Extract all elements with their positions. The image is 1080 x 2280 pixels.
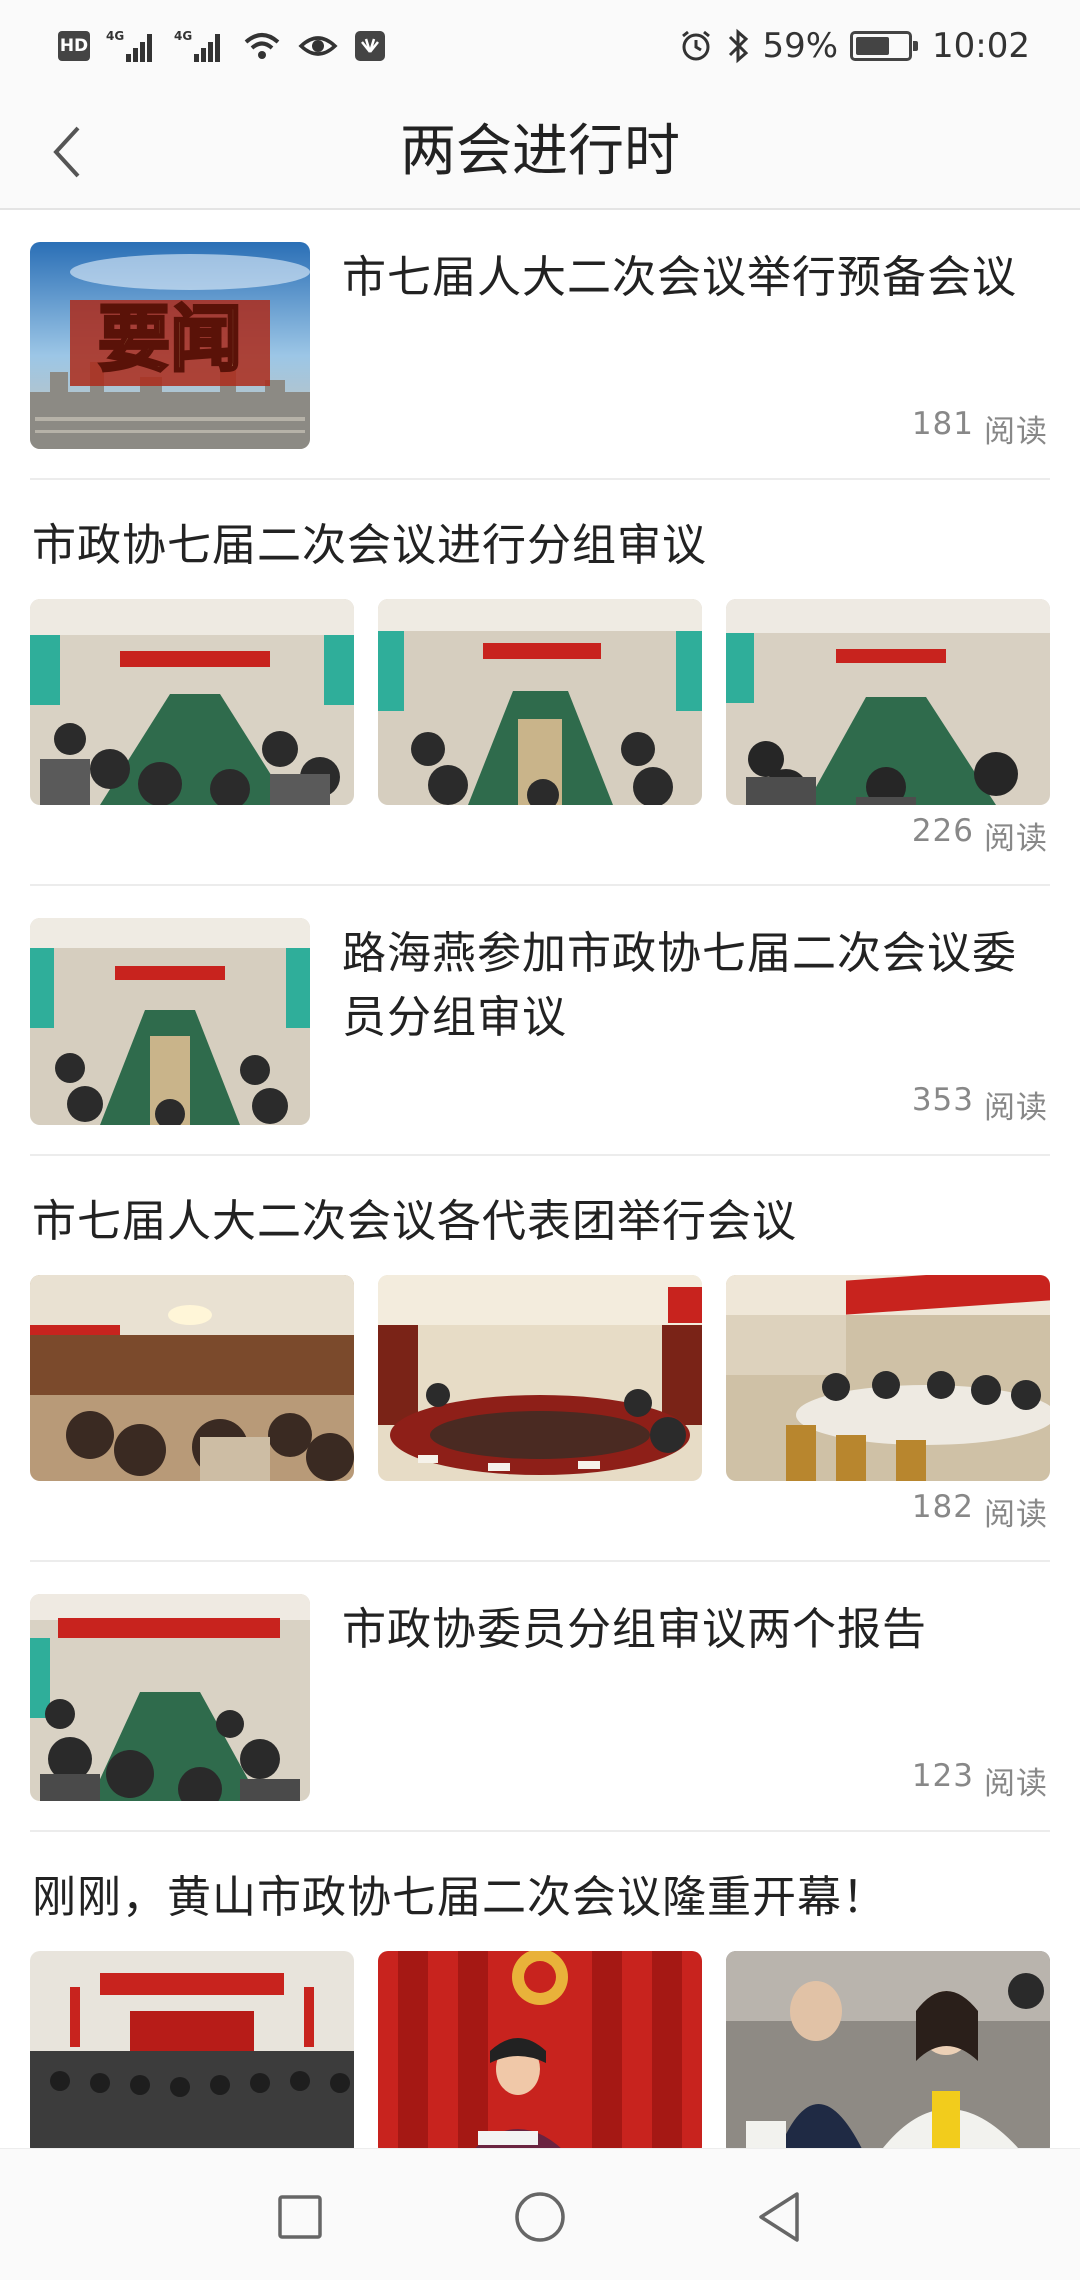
article-thumbnail[interactable]: 要闻 bbox=[30, 242, 310, 449]
read-count: 226 阅读 bbox=[912, 813, 1048, 858]
thumbnail-caption: 要闻 bbox=[98, 297, 242, 381]
huawei-app-icon bbox=[355, 31, 385, 61]
signal-4g-icon: 4G bbox=[174, 29, 220, 62]
article-title[interactable]: 市政协七届二次会议进行分组审议 bbox=[32, 514, 1050, 578]
system-nav-bar bbox=[0, 2148, 1080, 2280]
article-thumbnail[interactable] bbox=[378, 1951, 702, 2157]
article-thumbnail[interactable] bbox=[30, 918, 310, 1125]
read-count: 182 阅读 bbox=[912, 1489, 1048, 1534]
article-thumbnail[interactable] bbox=[30, 599, 354, 805]
status-right: 59% 10:02 bbox=[678, 24, 1030, 68]
article-item[interactable]: 刚刚，黄山市政协七届二次会议隆重开幕！ bbox=[30, 1834, 1050, 2157]
status-left-icons: HD 4G 4G bbox=[58, 24, 386, 68]
article-thumbnail[interactable] bbox=[726, 1951, 1050, 2157]
article-item[interactable]: 路海燕参加市政协七届二次会议委员分组审议 353 阅读 bbox=[30, 888, 1050, 1156]
read-count: 123 阅读 bbox=[912, 1758, 1048, 1803]
title-bar: 两会进行时 bbox=[0, 92, 1080, 210]
svg-text:4G: 4G bbox=[174, 29, 192, 43]
article-title[interactable]: 市七届人大二次会议各代表团举行会议 bbox=[32, 1190, 1050, 1254]
article-thumbnail[interactable] bbox=[30, 1594, 310, 1801]
article-thumbnail[interactable] bbox=[726, 599, 1050, 805]
article-item[interactable]: 市七届人大二次会议各代表团举行会议 182 阅读 bbox=[30, 1158, 1050, 1562]
battery-icon bbox=[850, 31, 919, 61]
read-count-number: 181 bbox=[911, 406, 974, 442]
article-item[interactable]: 市政协委员分组审议两个报告 123 阅读 bbox=[30, 1564, 1050, 1832]
read-count: 181 阅读 bbox=[912, 406, 1048, 451]
read-count-number: 226 bbox=[911, 813, 974, 849]
article-thumbnail[interactable] bbox=[378, 599, 702, 805]
article-item[interactable]: 市政协七届二次会议进行分组审议 226 阅读 bbox=[30, 482, 1050, 886]
hd-icon: HD bbox=[58, 31, 90, 61]
back-triangle-icon bbox=[759, 2192, 799, 2242]
read-count-label: 阅读 bbox=[984, 1497, 1048, 1533]
battery-percent: 59% bbox=[762, 26, 839, 66]
article-item[interactable]: 要闻 市七届人大二次会议举行预备会议 181 阅读 bbox=[30, 212, 1050, 480]
home-icon bbox=[515, 2192, 565, 2242]
read-count-label: 阅读 bbox=[984, 821, 1048, 857]
eye-icon bbox=[298, 36, 338, 56]
read-count-number: 182 bbox=[911, 1489, 974, 1525]
read-count-label: 阅读 bbox=[984, 414, 1048, 450]
article-title[interactable]: 市政协委员分组审议两个报告 bbox=[342, 1598, 1050, 1662]
read-count-label: 阅读 bbox=[984, 1090, 1048, 1126]
article-thumbnail[interactable] bbox=[378, 1275, 702, 1481]
article-thumbnail[interactable] bbox=[30, 1951, 354, 2157]
status-bar: HD 4G 4G 59% 10:02 bbox=[0, 0, 1080, 92]
read-count: 353 阅读 bbox=[912, 1082, 1048, 1127]
recent-apps-icon bbox=[278, 2195, 322, 2239]
alarm-icon bbox=[682, 30, 711, 61]
battery-level bbox=[856, 37, 890, 55]
read-count-number: 123 bbox=[911, 1758, 974, 1794]
clock: 10:02 bbox=[932, 26, 1030, 66]
article-thumbnail[interactable] bbox=[30, 1275, 354, 1481]
recent-apps-button[interactable] bbox=[260, 2177, 340, 2257]
nav-back-button[interactable] bbox=[740, 2177, 820, 2257]
article-title[interactable]: 刚刚，黄山市政协七届二次会议隆重开幕！ bbox=[32, 1866, 1050, 1930]
signal-4g-icon: 4G bbox=[106, 29, 152, 62]
read-count-number: 353 bbox=[911, 1082, 974, 1118]
article-title[interactable]: 路海燕参加市政协七届二次会议委员分组审议 bbox=[342, 922, 1050, 1050]
article-thumbnail[interactable] bbox=[726, 1275, 1050, 1481]
page-title: 两会进行时 bbox=[400, 119, 680, 184]
wifi-icon bbox=[244, 33, 280, 59]
read-count-label: 阅读 bbox=[984, 1766, 1048, 1802]
home-button[interactable] bbox=[500, 2177, 580, 2257]
svg-text:4G: 4G bbox=[106, 29, 124, 43]
bluetooth-icon bbox=[729, 28, 749, 64]
article-title[interactable]: 市七届人大二次会议举行预备会议 bbox=[342, 246, 1050, 310]
